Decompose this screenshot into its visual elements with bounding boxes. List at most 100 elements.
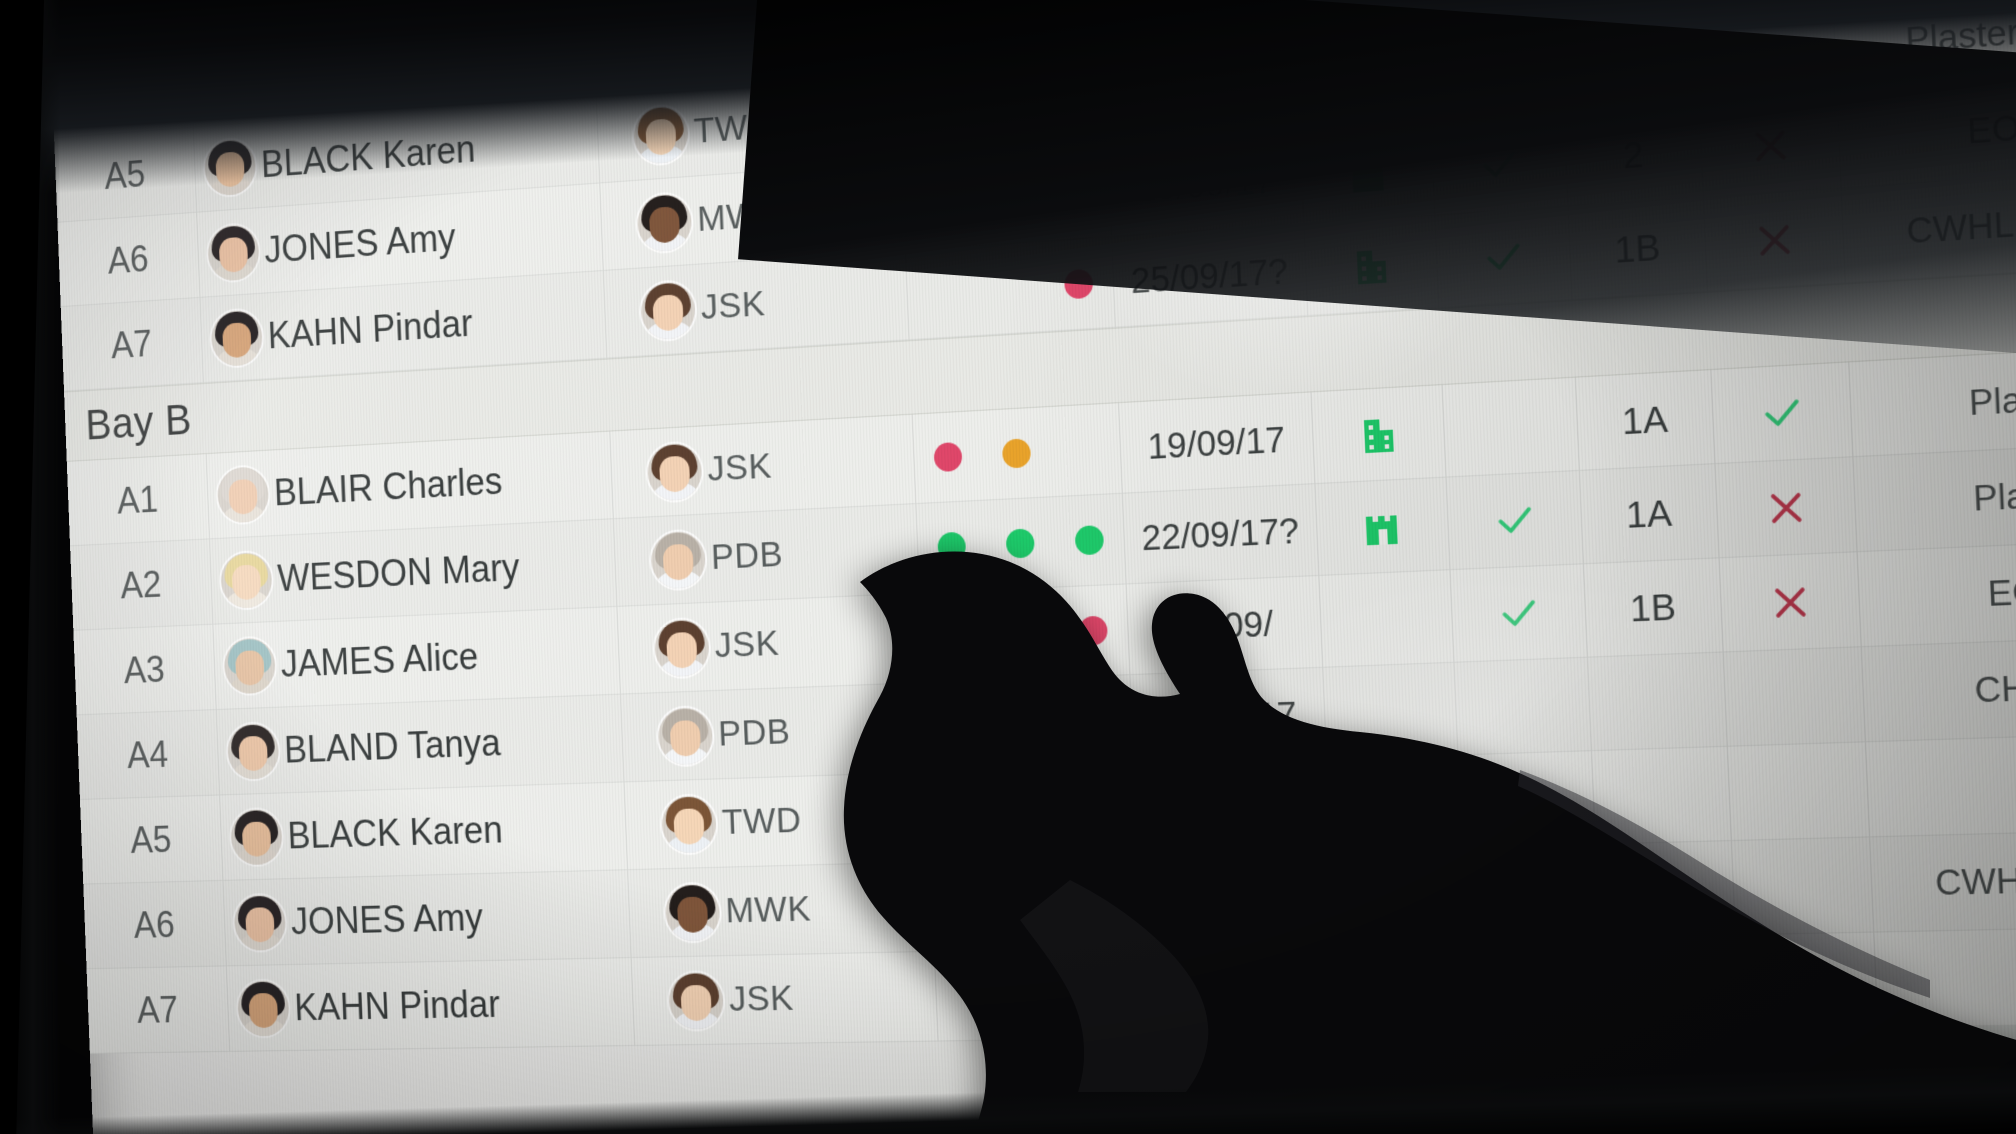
status-dot-amber[interactable] [922, 187, 953, 219]
status-dot-red[interactable] [944, 711, 974, 742]
status-cell-2[interactable] [995, 768, 1068, 859]
notes-cell[interactable]: CHWL [1860, 634, 2016, 742]
consultant-cell[interactable]: PDB [612, 504, 919, 606]
status-cell-3[interactable] [1038, 147, 1111, 241]
check-cell-2[interactable] [1734, 932, 1878, 1029]
status-cell-1[interactable] [915, 500, 988, 593]
edd-cell[interactable]: 21/09/ [1125, 576, 1323, 675]
edd-cell[interactable]: 19/09/17? [1133, 759, 1330, 856]
patient-cell[interactable]: BLAND Tanya [215, 694, 624, 795]
edd-cell[interactable]: 19/09/17 [1129, 667, 1327, 765]
patient-cell[interactable]: JAMES Alice [212, 606, 620, 710]
status-dot-green[interactable] [1055, 87, 1086, 120]
status-cell-1[interactable] [901, 156, 973, 250]
ward-cell[interactable] [1590, 746, 1731, 844]
check-icon[interactable] [1477, 142, 1521, 187]
check-cell-2[interactable] [1722, 647, 1865, 746]
consultant-cell[interactable]: TWD [623, 772, 931, 870]
status-dot-red[interactable] [915, 8, 945, 40]
destination-cell[interactable] [1326, 755, 1462, 851]
status-cell-2[interactable] [969, 152, 1041, 246]
check-icon[interactable] [1759, 390, 1805, 435]
building-icon[interactable] [1382, 968, 1421, 1008]
bed-cell[interactable]: A3 [73, 625, 215, 715]
bed-cell[interactable]: A5 [80, 795, 222, 883]
status-dot-red[interactable] [1077, 615, 1108, 646]
status-cell-2[interactable] [991, 678, 1064, 770]
ward-cell[interactable]: 1B [1582, 558, 1723, 657]
bed-cell[interactable]: A6 [57, 213, 199, 306]
ward-cell[interactable]: 1A [1578, 464, 1719, 564]
status-dot-green[interactable] [937, 531, 967, 562]
check-cell-1[interactable] [1445, 471, 1583, 570]
check-cell-1[interactable] [1430, 113, 1568, 215]
check-cell-1[interactable] [1465, 938, 1603, 1033]
status-cell-1[interactable] [911, 410, 984, 504]
status-dot-green[interactable] [1005, 528, 1035, 559]
check-cell-2[interactable] [1718, 552, 1861, 652]
cross-icon[interactable] [1769, 582, 1810, 622]
status-dot-red[interactable] [983, 3, 1013, 35]
status-cell-3[interactable] [1060, 675, 1133, 767]
touchscreen-display[interactable]: A2 WESDON Mary PDB 22/09/17? 1A Plan? A3 JAMES … [44, 0, 2016, 1134]
destination-cell[interactable] [1322, 662, 1458, 759]
cross-icon[interactable] [1754, 219, 1795, 260]
status-dot-green[interactable] [1085, 796, 1116, 827]
status-dot-amber[interactable] [1016, 798, 1046, 829]
destination-cell[interactable] [1318, 570, 1454, 667]
status-cell-1[interactable] [904, 246, 977, 340]
check-cell-1[interactable] [1449, 564, 1587, 662]
ward-cell[interactable]: 1B [1567, 197, 1707, 299]
check-icon[interactable] [1508, 871, 1552, 914]
check-cell-1[interactable] [1453, 657, 1591, 755]
check-cell-1[interactable] [1457, 751, 1595, 848]
ward-board-table[interactable]: A2 WESDON Mary PDB 22/09/17? 1A Plan? A3 JAMES … [44, 0, 2016, 1054]
destination-cell[interactable] [1333, 940, 1470, 1035]
check-cell-1[interactable] [1426, 20, 1564, 123]
status-cell-2[interactable] [962, 0, 1034, 66]
building-icon[interactable] [1340, 0, 1379, 11]
crown-icon[interactable] [1375, 783, 1414, 824]
notes-cell[interactable]: CWHL X-ray [1869, 828, 2016, 932]
status-cell-1[interactable] [893, 0, 966, 72]
status-cell-3[interactable] [1052, 494, 1125, 587]
check-cell-2[interactable] [1694, 0, 1837, 103]
destination-cell[interactable] [1310, 385, 1446, 484]
status-cell-3[interactable] [1042, 237, 1115, 331]
edd-cell[interactable]: 19/09/17 [1117, 392, 1315, 493]
ward-cell[interactable]: 1B [1598, 935, 1739, 1031]
status-dot-red[interactable] [1092, 978, 1123, 1008]
ward-cell[interactable]: 2 [1594, 841, 1735, 938]
destination-cell[interactable] [1295, 30, 1431, 132]
status-cell-3[interactable] [1071, 948, 1144, 1039]
cross-icon[interactable] [1765, 487, 1806, 527]
edd-cell[interactable]: 20/09/17 [1107, 132, 1304, 237]
edd-cell[interactable]: 19/09/17? [1103, 41, 1300, 146]
check-icon[interactable] [1496, 591, 1540, 635]
edd-cell[interactable]: 20/09/17 [1136, 851, 1334, 947]
status-cell-1[interactable] [926, 770, 999, 862]
crown-icon[interactable] [1378, 875, 1417, 915]
bed-cell[interactable]: A4 [77, 710, 219, 799]
consultant-cell[interactable]: JSK [609, 414, 916, 519]
destination-cell[interactable] [1299, 123, 1435, 224]
destination-cell[interactable] [1314, 477, 1450, 575]
edd-cell[interactable]: 22/09/17? [1121, 484, 1319, 584]
status-cell-1[interactable] [897, 67, 970, 161]
bed-cell[interactable]: A7 [61, 298, 203, 391]
destination-cell[interactable] [1303, 215, 1439, 315]
status-cell-1[interactable] [922, 680, 995, 772]
check-cell-2[interactable] [1714, 457, 1857, 558]
check-cell-2[interactable] [1730, 837, 1874, 935]
notes-cell[interactable]: Plan? [1852, 440, 2016, 552]
ward-cell[interactable]: 1A [1559, 9, 1699, 113]
status-cell-2[interactable] [966, 62, 1038, 156]
cross-icon[interactable] [1750, 125, 1791, 166]
status-cell-3[interactable] [1056, 584, 1129, 676]
status-cell-3[interactable] [1064, 766, 1137, 858]
check-cell-2[interactable] [1698, 93, 1841, 197]
status-cell-1[interactable] [919, 590, 991, 683]
check-cell-2[interactable] [1726, 742, 1869, 840]
check-cell-1[interactable] [1461, 844, 1599, 940]
bed-cell[interactable]: A7 [87, 966, 230, 1053]
